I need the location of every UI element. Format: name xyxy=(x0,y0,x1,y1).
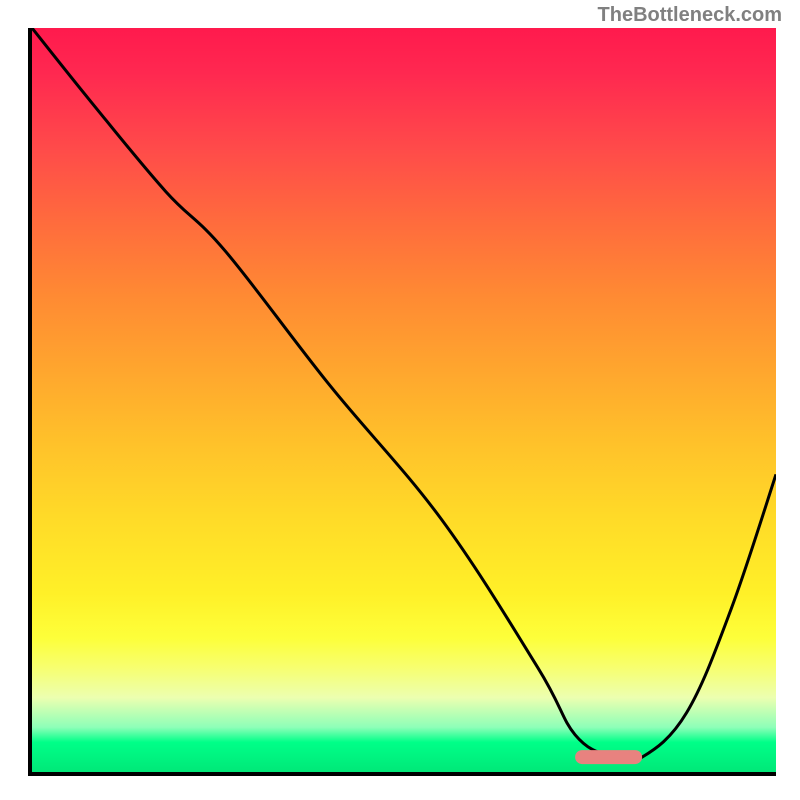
bottleneck-curve-line xyxy=(32,28,776,762)
chart-svg xyxy=(32,28,776,772)
watermark-text: TheBottleneck.com xyxy=(598,4,782,27)
chart-plot-area xyxy=(28,28,776,776)
chart-container: TheBottleneck.com xyxy=(0,0,800,800)
minimum-marker xyxy=(575,750,642,764)
